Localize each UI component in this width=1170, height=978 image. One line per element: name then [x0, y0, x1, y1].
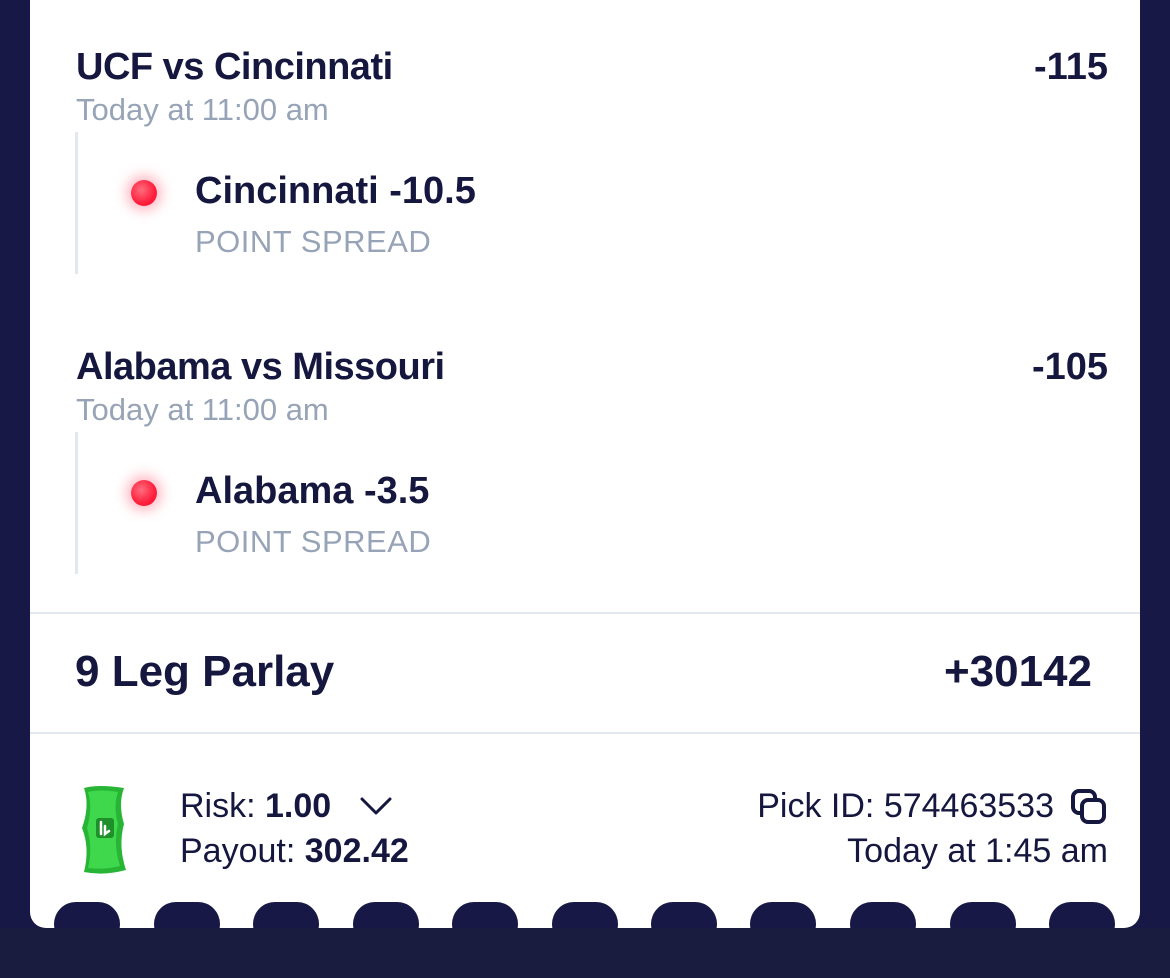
placed-time: Today at 1:45 am: [847, 832, 1108, 870]
divider: [30, 732, 1140, 734]
risk-value: 1.00: [265, 787, 332, 825]
pick-id-value: 574463533: [883, 787, 1054, 825]
ticket-notch: [950, 902, 1016, 928]
leg-pick: Alabama -3.5: [195, 470, 430, 512]
leg-game-time: Today at 11:00 am: [76, 392, 329, 427]
bet-slip-card: UCF vs Cincinnati -115 Today at 11:00 am…: [30, 0, 1140, 928]
leg-odds: -115: [1034, 46, 1108, 88]
leg-market: POINT SPREAD: [195, 524, 432, 559]
parlay-odds: +30142: [943, 647, 1092, 696]
leg-odds: -105: [1031, 346, 1108, 388]
chevron-down-icon[interactable]: [359, 796, 393, 816]
risk-label: Risk:: [180, 787, 256, 825]
leg-rail: [75, 432, 78, 574]
pick-id-label: Pick ID:: [757, 787, 875, 825]
leg-market: POINT SPREAD: [195, 224, 432, 259]
leg-game-time: Today at 11:00 am: [76, 92, 329, 127]
leg-rail: [75, 132, 78, 274]
leg-matchup: UCF vs Cincinnati: [76, 46, 393, 88]
payout-label: Payout:: [180, 832, 296, 870]
payout-value: 302.42: [304, 832, 409, 870]
ticket-notch: [552, 902, 618, 928]
ticket-notch: [353, 902, 419, 928]
ticket-notch: [452, 902, 518, 928]
page-bottom-band: [0, 928, 1170, 978]
pick-id[interactable]: Pick ID: 574463533: [757, 787, 1108, 826]
leg-pick: Cincinnati -10.5: [195, 170, 476, 212]
payout-amount: Payout: 302.42: [180, 832, 409, 871]
ticket-notch: [154, 902, 220, 928]
loss-status-icon: [131, 480, 157, 506]
ticket-notch: [1049, 902, 1115, 928]
leg-matchup: Alabama vs Missouri: [76, 346, 445, 388]
ticket-notch: [54, 902, 120, 928]
risk-amount[interactable]: Risk: 1.00: [180, 787, 393, 826]
ticket-notch: [750, 902, 816, 928]
divider: [30, 612, 1140, 614]
parlay-title: 9 Leg Parlay: [75, 647, 335, 696]
loss-status-icon: [131, 180, 157, 206]
ticket-notch: [253, 902, 319, 928]
ticket-notch: [850, 902, 916, 928]
copy-icon[interactable]: [1070, 788, 1108, 826]
money-bill-icon: [82, 786, 126, 874]
ticket-notch: [651, 902, 717, 928]
